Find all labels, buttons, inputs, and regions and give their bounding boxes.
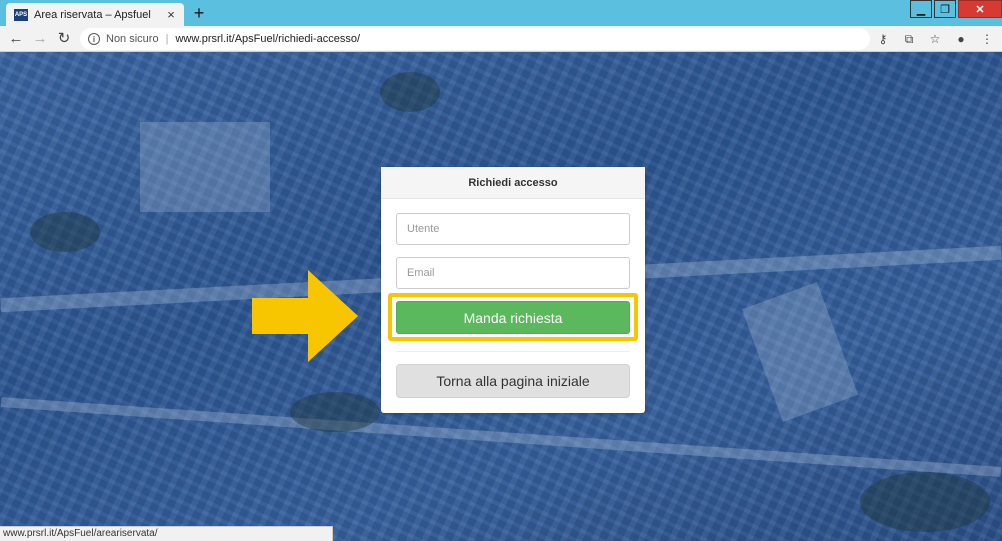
page-background: Richiedi accesso Manda richiesta Torna a…: [0, 52, 1002, 541]
tree-decoration: [30, 212, 100, 252]
restore-button[interactable]: ❐: [934, 0, 956, 18]
card-title: Richiedi accesso: [381, 167, 645, 199]
building-decoration: [741, 281, 859, 423]
forward-button[interactable]: →: [30, 29, 50, 49]
separator: |: [165, 33, 169, 45]
pointer-arrow-icon: [252, 270, 358, 362]
divider: [396, 351, 630, 352]
back-button[interactable]: ←: [6, 29, 26, 49]
tree-decoration: [380, 72, 440, 112]
email-input[interactable]: [396, 257, 630, 289]
security-label: Non sicuro: [106, 33, 159, 45]
status-bar: www.prsrl.it/ApsFuel/areariservata/: [0, 526, 333, 541]
minimize-button[interactable]: ▁: [910, 0, 932, 18]
key-icon[interactable]: ⚷: [874, 29, 892, 49]
tab-close-icon[interactable]: ×: [164, 7, 178, 22]
request-access-card: Richiedi accesso Manda richiesta Torna a…: [381, 167, 645, 413]
toolbar-right-icons: ⚷ ⧉ ☆ ● ⋮: [874, 29, 996, 49]
profile-icon[interactable]: ●: [952, 29, 970, 49]
back-to-home-button[interactable]: Torna alla pagina iniziale: [396, 364, 630, 398]
bookmark-star-icon[interactable]: ☆: [926, 29, 944, 49]
apsfuel-favicon-icon: APS: [14, 8, 28, 21]
tree-decoration: [290, 392, 380, 432]
info-icon[interactable]: i: [88, 33, 100, 45]
username-input[interactable]: [396, 213, 630, 245]
close-window-button[interactable]: ✕: [958, 0, 1002, 18]
translate-icon[interactable]: ⧉: [900, 29, 918, 49]
browser-toolbar: ← → ↻ i Non sicuro | www.prsrl.it/ApsFue…: [0, 26, 1002, 52]
send-request-button[interactable]: Manda richiesta: [396, 301, 630, 334]
browser-tab[interactable]: APS Area riservata – Apsfuel ×: [6, 3, 184, 26]
url-text: www.prsrl.it/ApsFuel/richiedi-accesso/: [175, 33, 361, 45]
menu-icon[interactable]: ⋮: [978, 29, 996, 49]
tab-strip: APS Area riservata – Apsfuel × + ▁ ❐ ✕: [0, 0, 1002, 26]
tab-title: Area riservata – Apsfuel: [34, 8, 151, 21]
new-tab-button[interactable]: +: [190, 2, 208, 24]
window-controls: ▁ ❐ ✕: [908, 0, 1002, 20]
tree-decoration: [860, 472, 990, 532]
reload-button[interactable]: ↻: [54, 29, 74, 49]
address-bar[interactable]: i Non sicuro | www.prsrl.it/ApsFuel/rich…: [80, 28, 870, 50]
building-decoration: [140, 122, 270, 212]
